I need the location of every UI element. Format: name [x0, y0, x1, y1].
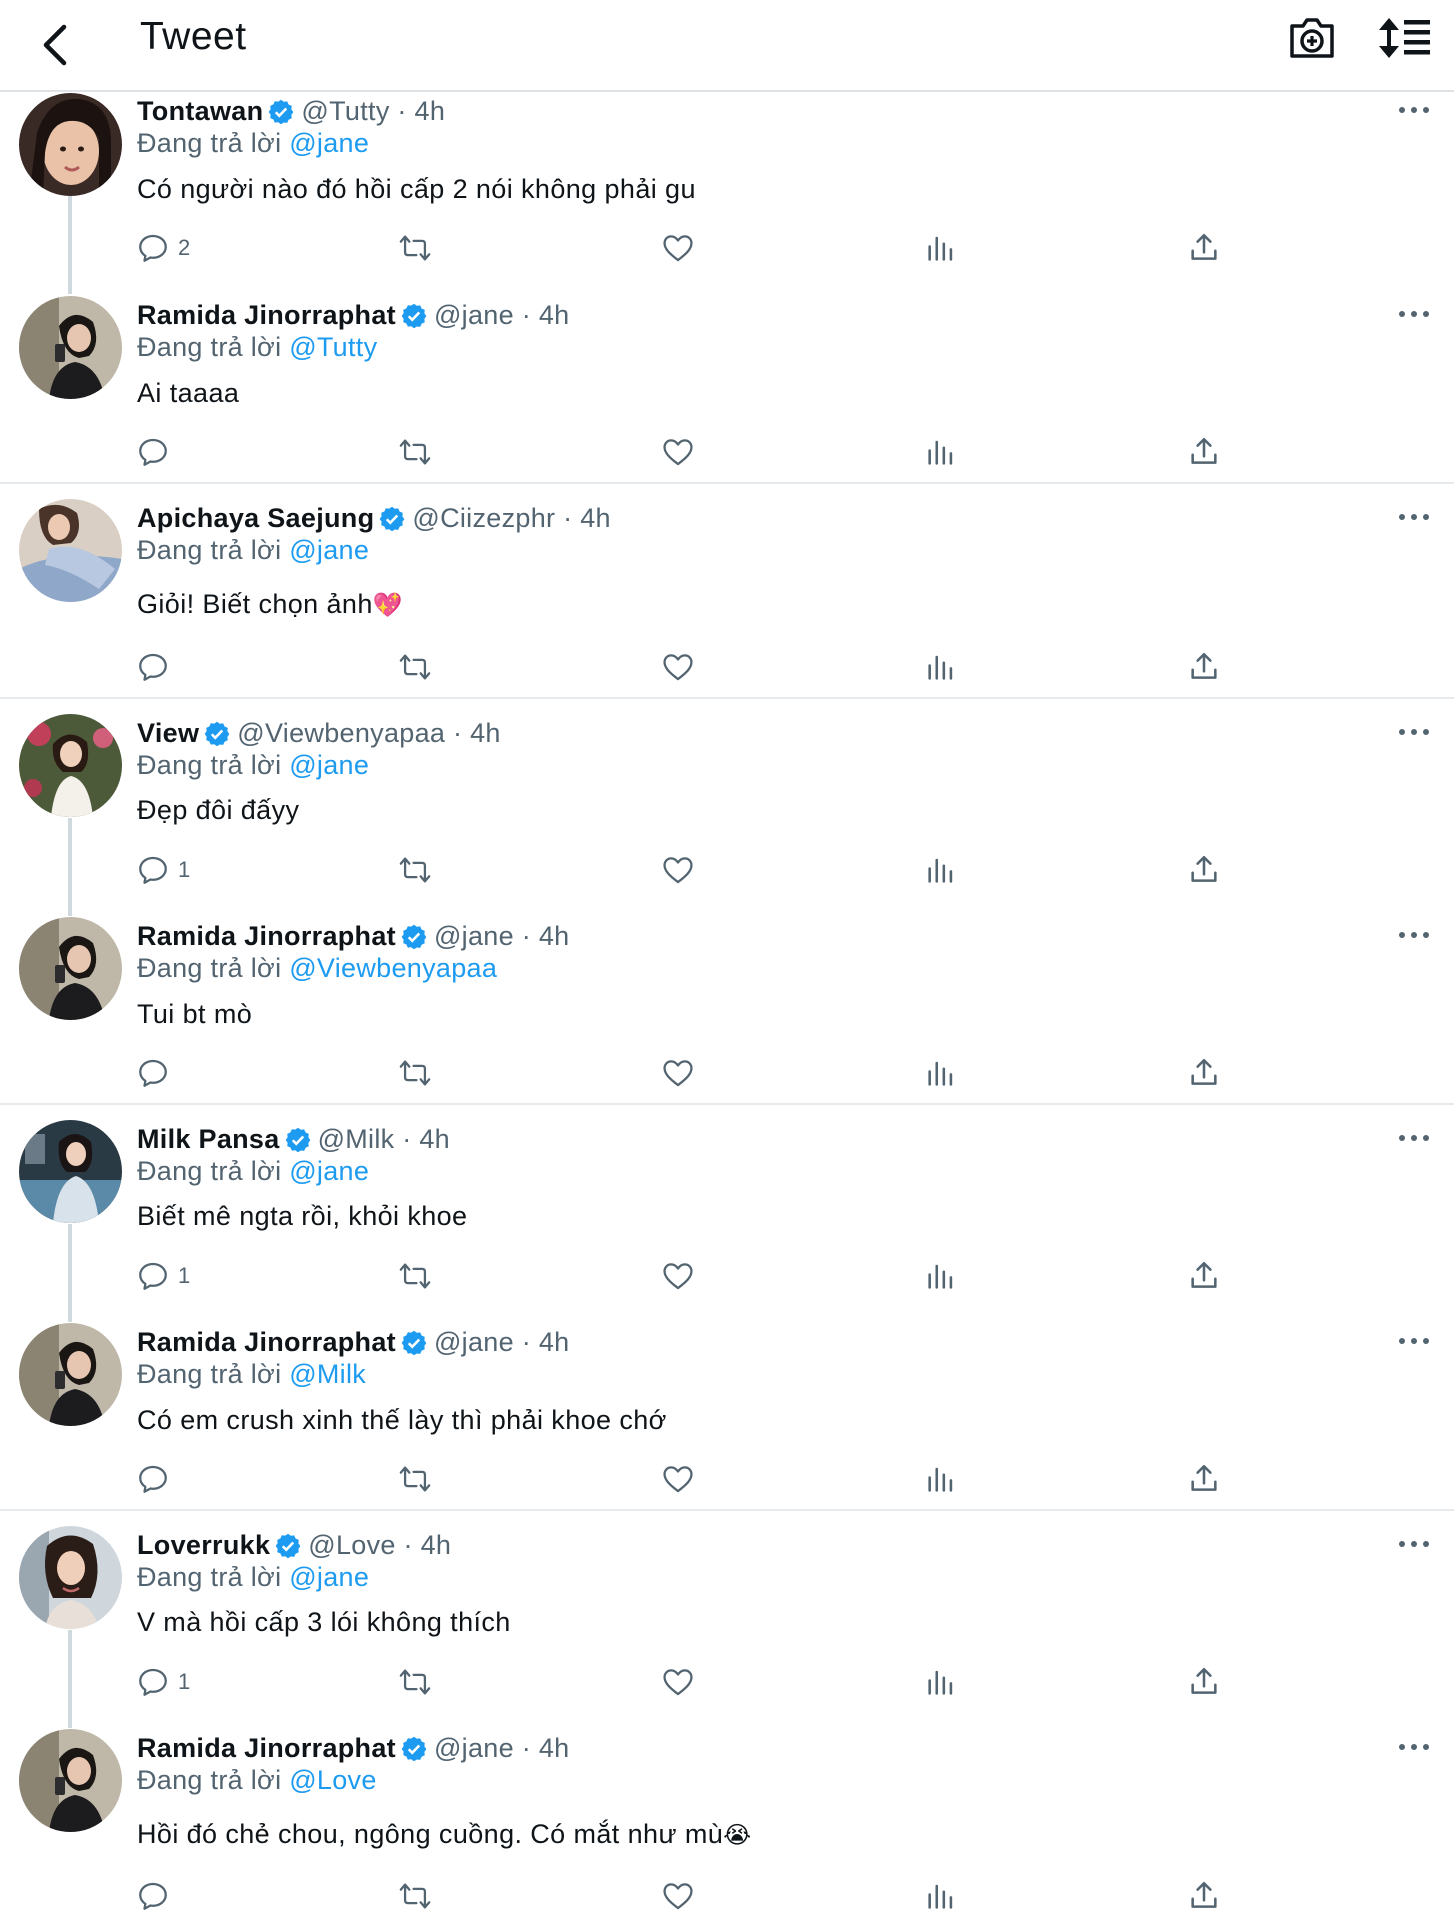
like-icon [663, 1883, 693, 1910]
handle-time: @jane · 4h [433, 1733, 570, 1763]
views-icon [928, 1884, 953, 1909]
retweet-button[interactable] [398, 1876, 432, 1916]
share-button[interactable] [1187, 1876, 1221, 1916]
reply-icon [139, 1882, 167, 1910]
reply-button[interactable] [136, 1876, 178, 1916]
tweet-emoji: 😭 [723, 1821, 752, 1849]
mention-link[interactable]: @Love [289, 1765, 376, 1795]
verified-badge-icon [401, 1736, 427, 1761]
retweet-icon [399, 1883, 431, 1909]
tweet-text: Hồi đó chẻ chou, ngông cuồng. Có mắt như… [137, 1819, 752, 1850]
tweet-header: Ramida Jinorraphat @jane · 4h [137, 1733, 569, 1764]
views-button[interactable] [924, 1876, 958, 1916]
like-button[interactable] [661, 1876, 695, 1916]
more-options-icon[interactable] [1396, 1737, 1432, 1757]
action-bar [136, 1876, 1236, 1916]
share-icon [1191, 1881, 1217, 1908]
replying-to-label: Đang trả lời [137, 1765, 282, 1795]
tweet[interactable]: Ramida Jinorraphat @jane · 4h Đang trả l… [0, 0, 1454, 1920]
author-name[interactable]: Ramida Jinorraphat [137, 1733, 396, 1764]
tweet-text-content: Hồi đó chẻ chou, ngông cuồng. Có mắt như… [137, 1819, 724, 1849]
avatar[interactable] [19, 1729, 122, 1832]
replying-to: Đang trả lời @Love [137, 1765, 377, 1796]
